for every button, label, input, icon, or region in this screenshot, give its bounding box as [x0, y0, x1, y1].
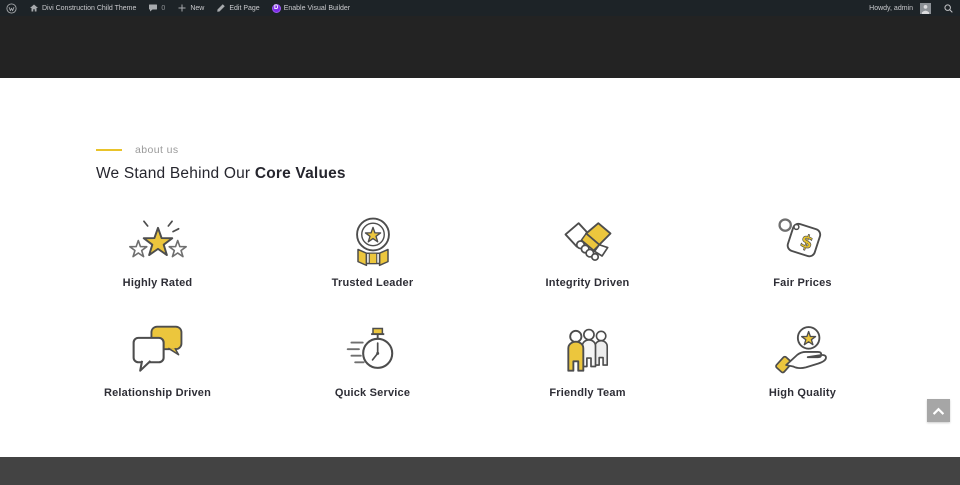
edit-page-menu[interactable]: Edit Page [210, 0, 265, 16]
site-name-label: Divi Construction Child Theme [42, 4, 137, 12]
value-label: Fair Prices [773, 277, 832, 289]
value-label: High Quality [768, 387, 837, 399]
wordpress-icon [6, 2, 17, 14]
value-card-integrity-driven: Integrity Driven [480, 212, 695, 289]
about-section: about us We Stand Behind Our Core Values [0, 78, 960, 457]
hand-star-icon [773, 322, 833, 380]
value-label: Integrity Driven [545, 277, 630, 289]
value-card-trusted-leader: Trusted Leader [265, 212, 480, 289]
comments-menu[interactable]: 0 [142, 0, 171, 16]
eyebrow-line [96, 149, 122, 151]
section-heading: We Stand Behind Our Core Values [96, 165, 346, 183]
value-card-friendly-team: Friendly Team [480, 322, 695, 399]
divi-icon: D [271, 3, 281, 13]
value-card-relationship-driven: Relationship Driven [50, 322, 265, 399]
value-label: Highly Rated [122, 277, 193, 289]
site-name-menu[interactable]: Divi Construction Child Theme [23, 0, 142, 16]
comments-count: 0 [161, 4, 166, 12]
new-content-menu[interactable]: New [171, 0, 210, 16]
edit-page-label: Edit Page [229, 4, 260, 12]
howdy-label: Howdy, admin [869, 4, 913, 12]
value-card-high-quality: High Quality [695, 322, 910, 399]
pencil-icon [216, 3, 226, 13]
new-label: New [190, 4, 205, 12]
page: Divi Construction Child Theme 0 New Edit… [0, 0, 960, 485]
value-card-quick-service: Quick Service [265, 322, 480, 399]
eyebrow: about us [96, 144, 178, 156]
chevron-up-icon [932, 403, 945, 418]
team-icon [558, 322, 618, 380]
wp-logo-menu[interactable] [0, 0, 23, 16]
heading-bold: Core Values [254, 165, 346, 182]
stopwatch-icon [343, 322, 403, 380]
home-icon [29, 3, 39, 13]
admin-bar-left: Divi Construction Child Theme 0 New Edit… [0, 0, 356, 16]
wp-admin-bar: Divi Construction Child Theme 0 New Edit… [0, 0, 960, 16]
visual-builder-label: Enable Visual Builder [283, 4, 351, 12]
value-card-highly-rated: Highly Rated [50, 212, 265, 289]
footer [0, 457, 960, 485]
admin-bar-right: Howdy, admin [863, 0, 960, 16]
hero-section [0, 16, 960, 78]
eyebrow-label: about us [135, 144, 179, 156]
price-tag-icon: $ [773, 212, 833, 270]
medal-icon [343, 212, 403, 270]
avatar [920, 2, 931, 14]
scroll-to-top-button[interactable] [927, 399, 950, 422]
stars-icon [128, 212, 188, 270]
plus-icon [177, 3, 187, 13]
speech-bubbles-icon [128, 322, 188, 380]
my-account-menu[interactable]: Howdy, admin [863, 0, 937, 16]
search-toggle[interactable] [937, 0, 960, 16]
value-label: Trusted Leader [331, 277, 414, 289]
heading-regular: We Stand Behind Our [96, 165, 255, 182]
handshake-icon [558, 212, 618, 270]
value-label: Quick Service [334, 387, 411, 399]
value-label: Relationship Driven [103, 387, 212, 399]
visual-builder-menu[interactable]: D Enable Visual Builder [266, 0, 356, 16]
core-values-grid: Highly Rated Trusted Leader Integrity Dr… [50, 212, 910, 399]
value-label: Friendly Team [549, 387, 626, 399]
value-card-fair-prices: $ Fair Prices [695, 212, 910, 289]
comment-icon [148, 3, 158, 13]
search-icon [943, 3, 954, 14]
